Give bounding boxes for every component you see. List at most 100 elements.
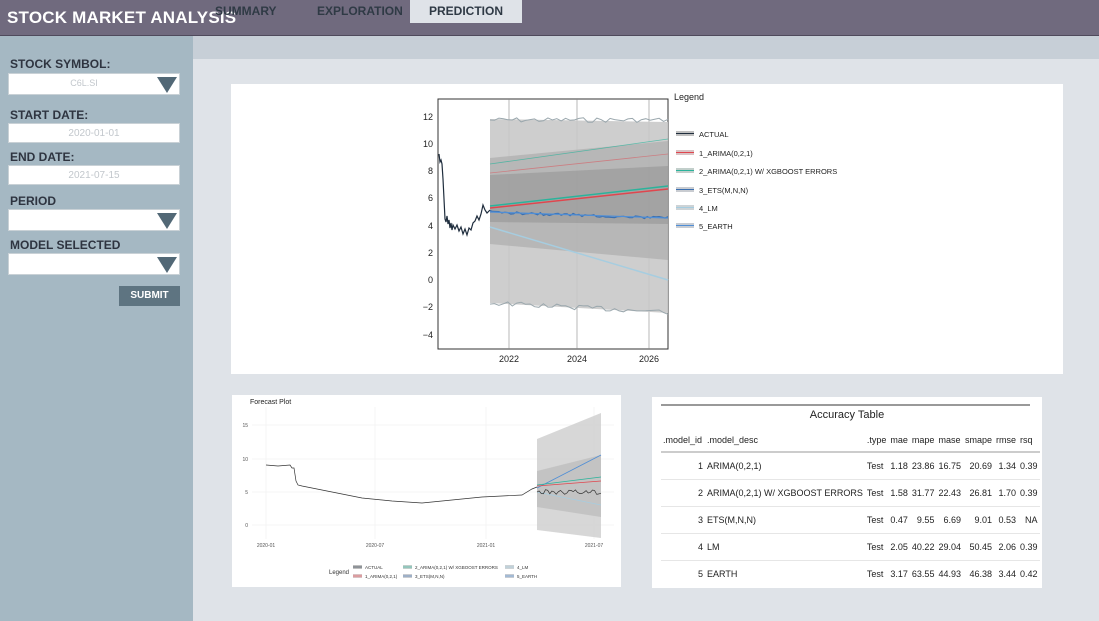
table-row: 1 ARIMA(0,2,1) Test 1.18 23.86 16.75 20.… [661, 451, 1040, 480]
legend-title: Legend [329, 570, 349, 576]
column-header: .type [864, 429, 889, 453]
table-cell: 63.55 [909, 560, 937, 587]
column-header: mae [888, 429, 910, 453]
table-cell: 0.53 [994, 506, 1018, 534]
stock-symbol-value: C6L.SI [70, 78, 98, 88]
table-cell: 2.05 [888, 533, 910, 561]
table-row: 4 LM Test 2.05 40.22 29.04 50.45 2.06 0.… [661, 533, 1040, 561]
table-cell: NA [1018, 506, 1040, 534]
table-cell: Test [864, 560, 889, 587]
y-tick: −2 [423, 302, 433, 312]
legend-item: 3_ETS(M,N,N) [699, 186, 749, 195]
start-date-label: START DATE: [10, 108, 89, 122]
y-tick: 0 [245, 523, 248, 529]
table-cell: 3 [661, 506, 705, 534]
column-header: .model_desc [705, 429, 865, 453]
legend-item: 1_ARIMA(0,2,1) [365, 574, 398, 579]
x-tick: 2021-07 [585, 543, 604, 549]
table-cell: EARTH [705, 560, 865, 587]
tab-bar [193, 36, 1099, 59]
legend-item: 5_EARTH [699, 222, 733, 231]
table-cell: 2.06 [994, 533, 1018, 561]
stock-symbol-label: STOCK SYMBOL: [10, 57, 111, 71]
table-cell: 31.77 [909, 479, 937, 507]
legend-item: 2_ARIMA(0,2,1) W/ XGBOOST ERRORS [699, 167, 837, 176]
legend-item: 4_LM [699, 204, 718, 213]
y-tick: 15 [242, 423, 248, 429]
x-tick: 2022 [499, 354, 519, 364]
x-tick: 2026 [639, 354, 659, 364]
main-plot-area [437, 98, 669, 350]
main-forecast-chart: 12 10 8 6 4 2 0 −2 −4 2022 2024 2026 Leg… [423, 92, 838, 364]
chevron-down-icon [157, 257, 177, 273]
table-cell: 0.39 [1018, 479, 1040, 507]
legend-item: ACTUAL [699, 130, 729, 139]
table-cell: Test [864, 451, 889, 480]
table-cell: ETS(M,N,N) [705, 506, 865, 534]
submit-button[interactable]: SUBMIT [119, 286, 180, 306]
y-tick: 4 [428, 221, 433, 231]
legend-item: 5_EARTH [517, 574, 537, 579]
tab-prediction[interactable]: PREDICTION [410, 0, 522, 23]
table-cell: 6.69 [936, 506, 963, 534]
table-cell: 46.38 [962, 560, 994, 587]
table-cell: 22.43 [936, 479, 963, 507]
chevron-down-icon [157, 213, 177, 229]
table-cell: 29.04 [936, 533, 963, 561]
table-cell: 9.01 [962, 506, 994, 534]
stock-symbol-select[interactable]: C6L.SI [8, 73, 180, 95]
table-cell: 2 [661, 479, 705, 507]
tab-summary[interactable]: SUMMARY [215, 0, 285, 23]
table-cell: 40.22 [909, 533, 937, 561]
column-header: rsq [1018, 429, 1040, 453]
y-tick: 10 [242, 457, 248, 463]
column-header: rmse [994, 429, 1018, 453]
forecast-plot-title: Forecast Plot [250, 399, 291, 406]
table-cell: Test [864, 506, 889, 534]
end-date-label: END DATE: [10, 150, 75, 164]
table-cell: ARIMA(0,2,1) W/ XGBOOST ERRORS [705, 479, 865, 507]
legend-item: ACTUAL [365, 565, 383, 570]
y-tick: 0 [428, 275, 433, 285]
column-header: mase [936, 429, 963, 453]
period-select[interactable] [8, 209, 180, 231]
forecast-plot-chart: Forecast Plot 15 10 5 0 2020-01 2020-07 … [242, 399, 614, 579]
app-title: STOCK MARKET ANALYSIS [7, 8, 237, 27]
table-cell: 50.45 [962, 533, 994, 561]
table-cell: 23.86 [909, 451, 937, 480]
table-cell: 4 [661, 533, 705, 561]
table-cell: 9.55 [909, 506, 937, 534]
tab-exploration[interactable]: EXPLORATION [317, 0, 407, 23]
table-cell: 5 [661, 560, 705, 587]
table-cell: ARIMA(0,2,1) [705, 451, 865, 480]
x-tick: 2020-01 [257, 543, 276, 549]
table-row: 5 EARTH Test 3.17 63.55 44.93 46.38 3.44… [661, 560, 1040, 587]
table-cell: 3.44 [994, 560, 1018, 587]
period-label: PERIOD [10, 194, 57, 208]
legend-item: 1_ARIMA(0,2,1) [699, 149, 753, 158]
legend-item: 4_LM [517, 565, 529, 570]
end-date-input[interactable]: 2021-07-15 [8, 165, 180, 185]
start-date-input[interactable]: 2020-01-01 [8, 123, 180, 143]
table-cell: 1.70 [994, 479, 1018, 507]
y-tick: 5 [245, 490, 248, 496]
table-row: 3 ETS(M,N,N) Test 0.47 9.55 6.69 9.01 0.… [661, 506, 1040, 534]
table-cell: 3.17 [888, 560, 910, 587]
table-cell: 1.58 [888, 479, 910, 507]
table-cell: 20.69 [962, 451, 994, 480]
table-cell: Test [864, 479, 889, 507]
column-header: mape [909, 429, 937, 453]
column-header: .model_id [661, 429, 705, 453]
accuracy-table: .model_id .model_desc .type mae mape mas… [661, 429, 1040, 587]
table-cell: Test [864, 533, 889, 561]
table-header-row: .model_id .model_desc .type mae mape mas… [661, 429, 1040, 453]
table-cell: 16.75 [936, 451, 963, 480]
table-cell: 1.34 [994, 451, 1018, 480]
table-cell: 0.42 [1018, 560, 1040, 587]
table-cell: LM [705, 533, 865, 561]
x-tick: 2024 [567, 354, 587, 364]
legend-item: 3_ETS(M,N,N) [415, 574, 445, 579]
table-cell: 44.93 [936, 560, 963, 587]
model-selected-select[interactable] [8, 253, 180, 275]
x-tick: 2021-01 [477, 543, 496, 549]
